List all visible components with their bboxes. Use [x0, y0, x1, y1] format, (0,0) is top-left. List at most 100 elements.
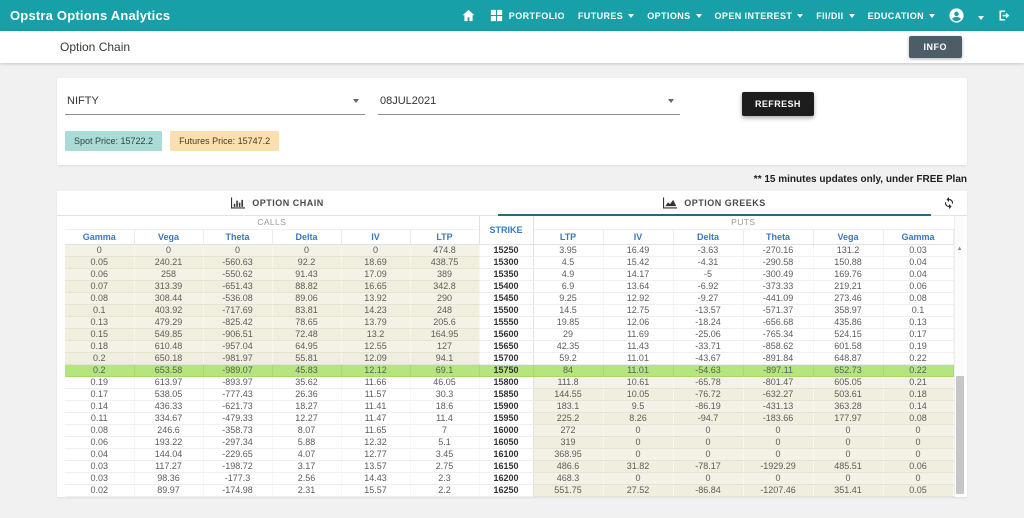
puts-ltp-cell: 3.95: [533, 244, 604, 257]
calls-iv-cell: 17.09: [341, 268, 411, 281]
expiry-select[interactable]: 08JUL2021: [378, 91, 680, 115]
puts-theta-cell: -270.16: [743, 244, 814, 257]
nav-item-open-interest[interactable]: OPEN INTEREST: [715, 11, 804, 21]
calls-theta-cell: -893.97: [203, 376, 273, 389]
table-row: 0.06 258 -550.62 91.43 17.09 389 15350 4.9 14.17…: [65, 268, 954, 281]
puts-ltp-cell: 272: [533, 424, 604, 437]
calls-ltp-header[interactable]: LTP: [410, 228, 480, 245]
puts-vega-cell: 169.76: [813, 268, 884, 281]
puts-delta-header[interactable]: Delta: [673, 228, 744, 245]
puts-ltp-cell: 4.9: [533, 268, 604, 281]
puts-vega-header[interactable]: Vega: [813, 228, 884, 245]
nav-item-label: FII/DII: [816, 10, 844, 21]
calls-theta-cell: -174.98: [203, 484, 273, 497]
table-row: 0.13 479.29 -825.42 78.65 13.79 205.6 15550 19.…: [65, 316, 954, 329]
user-menu-chevron[interactable]: [978, 7, 984, 25]
calls-iv-cell: 12.12: [341, 364, 411, 377]
puts-ltp-cell: 9.25: [533, 292, 604, 305]
tab-option-chain[interactable]: OPTION CHAIN: [57, 191, 498, 215]
puts-vega-cell: 0: [813, 424, 884, 437]
puts-vega-cell: 219.21: [813, 280, 884, 293]
puts-ltp-cell: 486.6: [533, 460, 604, 473]
puts-theta-cell: -373.33: [743, 280, 814, 293]
calls-vega-cell: 403.92: [134, 304, 204, 317]
symbol-select[interactable]: NIFTY: [65, 91, 365, 115]
calls-delta-cell: 78.65: [272, 316, 342, 329]
calls-gamma-cell: 0.03: [65, 472, 135, 485]
calls-ltp-cell: 5.1: [410, 436, 480, 449]
puts-iv-cell: 0: [603, 472, 674, 485]
strike-cell: 15500: [478, 304, 534, 317]
puts-delta-cell: 0: [673, 472, 744, 485]
puts-vega-cell: 605.05: [813, 376, 884, 389]
calls-vega-cell: 334.67: [134, 412, 204, 425]
nav-item-portfolio[interactable]: PORTFOLIO: [489, 8, 565, 23]
table-wrap: CALLS STRIKE PUTS Gamma Vega Theta Delta…: [57, 216, 967, 497]
puts-delta-cell: 0: [673, 448, 744, 461]
puts-iv-cell: 13.64: [603, 280, 674, 293]
calls-vega-cell: 246.6: [134, 424, 204, 437]
app-title[interactable]: Opstra Options Analytics: [10, 8, 170, 23]
calls-gamma-cell: 0.15: [65, 328, 135, 341]
calls-gamma-header[interactable]: Gamma: [65, 228, 135, 245]
table-scrollbar[interactable]: ▲: [953, 216, 964, 497]
puts-gamma-cell: 0.06: [883, 460, 954, 473]
calls-gamma-cell: 0.05: [65, 256, 135, 269]
puts-gamma-cell: 0.14: [883, 400, 954, 413]
puts-ltp-header[interactable]: LTP: [533, 228, 604, 245]
calls-delta-cell: 64.95: [272, 340, 342, 353]
puts-ltp-cell: 225.2: [533, 412, 604, 425]
calls-delta-cell: 92.2: [272, 256, 342, 269]
chevron-down-icon: [695, 13, 702, 18]
nav-item-label: EDUCATION: [867, 10, 924, 21]
calls-iv-header[interactable]: IV: [341, 228, 411, 245]
calls-ltp-cell: 7: [410, 424, 480, 437]
puts-vega-cell: 131.2: [813, 244, 884, 257]
strike-cell: 15850: [478, 388, 534, 401]
user-icon[interactable]: [948, 7, 965, 24]
nav-item-fii-dii[interactable]: FII/DII: [816, 10, 855, 21]
calls-iv-cell: 11.57: [341, 388, 411, 401]
nav-item-education[interactable]: EDUCATION: [868, 11, 935, 21]
calls-theta-header[interactable]: Theta: [203, 228, 273, 245]
scrollbar-thumb[interactable]: [955, 375, 964, 494]
nav-item-options[interactable]: OPTIONS: [647, 11, 702, 21]
table-row: 0.04 144.04 -229.65 4.07 12.77 3.45 16100 368.9…: [65, 448, 954, 461]
calls-delta-header[interactable]: Delta: [272, 228, 342, 245]
home-icon[interactable]: [461, 8, 476, 23]
puts-iv-cell: 10.05: [603, 388, 674, 401]
calls-vega-header[interactable]: Vega: [134, 228, 204, 245]
puts-vega-cell: 0: [813, 436, 884, 449]
calls-vega-cell: 549.85: [134, 328, 204, 341]
calls-delta-cell: 2.56: [272, 472, 342, 485]
puts-delta-cell: -43.67: [673, 352, 744, 365]
strike-cell: 16250: [478, 484, 534, 497]
puts-theta-cell: -290.58: [743, 256, 814, 269]
calls-iv-cell: 13.2: [341, 328, 411, 341]
calls-delta-cell: 72.48: [272, 328, 342, 341]
puts-theta-header[interactable]: Theta: [743, 228, 814, 245]
top-navbar: Opstra Options Analytics PORTFOLIO FUTUR…: [0, 0, 1024, 31]
calls-ltp-cell: 3.45: [410, 448, 480, 461]
info-button[interactable]: INFO: [908, 36, 962, 58]
puts-gamma-cell: 0.22: [883, 364, 954, 377]
calls-theta-cell: -198.72: [203, 460, 273, 473]
calls-theta-cell: 0: [203, 244, 273, 257]
scrollbar-up-arrow[interactable]: ▲: [956, 246, 964, 252]
calls-vega-cell: 144.04: [134, 448, 204, 461]
puts-delta-cell: -65.78: [673, 376, 744, 389]
puts-gamma-header[interactable]: Gamma: [883, 228, 954, 245]
puts-ltp-cell: 368.95: [533, 448, 604, 461]
nav-item-futures[interactable]: FUTURES: [578, 11, 635, 21]
puts-iv-header[interactable]: IV: [603, 228, 674, 245]
futures-price-badge: Futures Price: 15747.2: [170, 131, 280, 151]
calls-delta-cell: 12.27: [272, 412, 342, 425]
puts-ltp-cell: 551.75: [533, 484, 604, 497]
puts-gamma-cell: 0.03: [883, 244, 954, 257]
logout-icon[interactable]: [997, 8, 1012, 23]
calls-iv-cell: 12.77: [341, 448, 411, 461]
puts-delta-cell: -54.63: [673, 364, 744, 377]
table-refresh-icon[interactable]: [931, 191, 967, 215]
refresh-button[interactable]: REFRESH: [742, 92, 814, 116]
tab-option-greeks[interactable]: OPTION GREEKS: [498, 191, 931, 216]
